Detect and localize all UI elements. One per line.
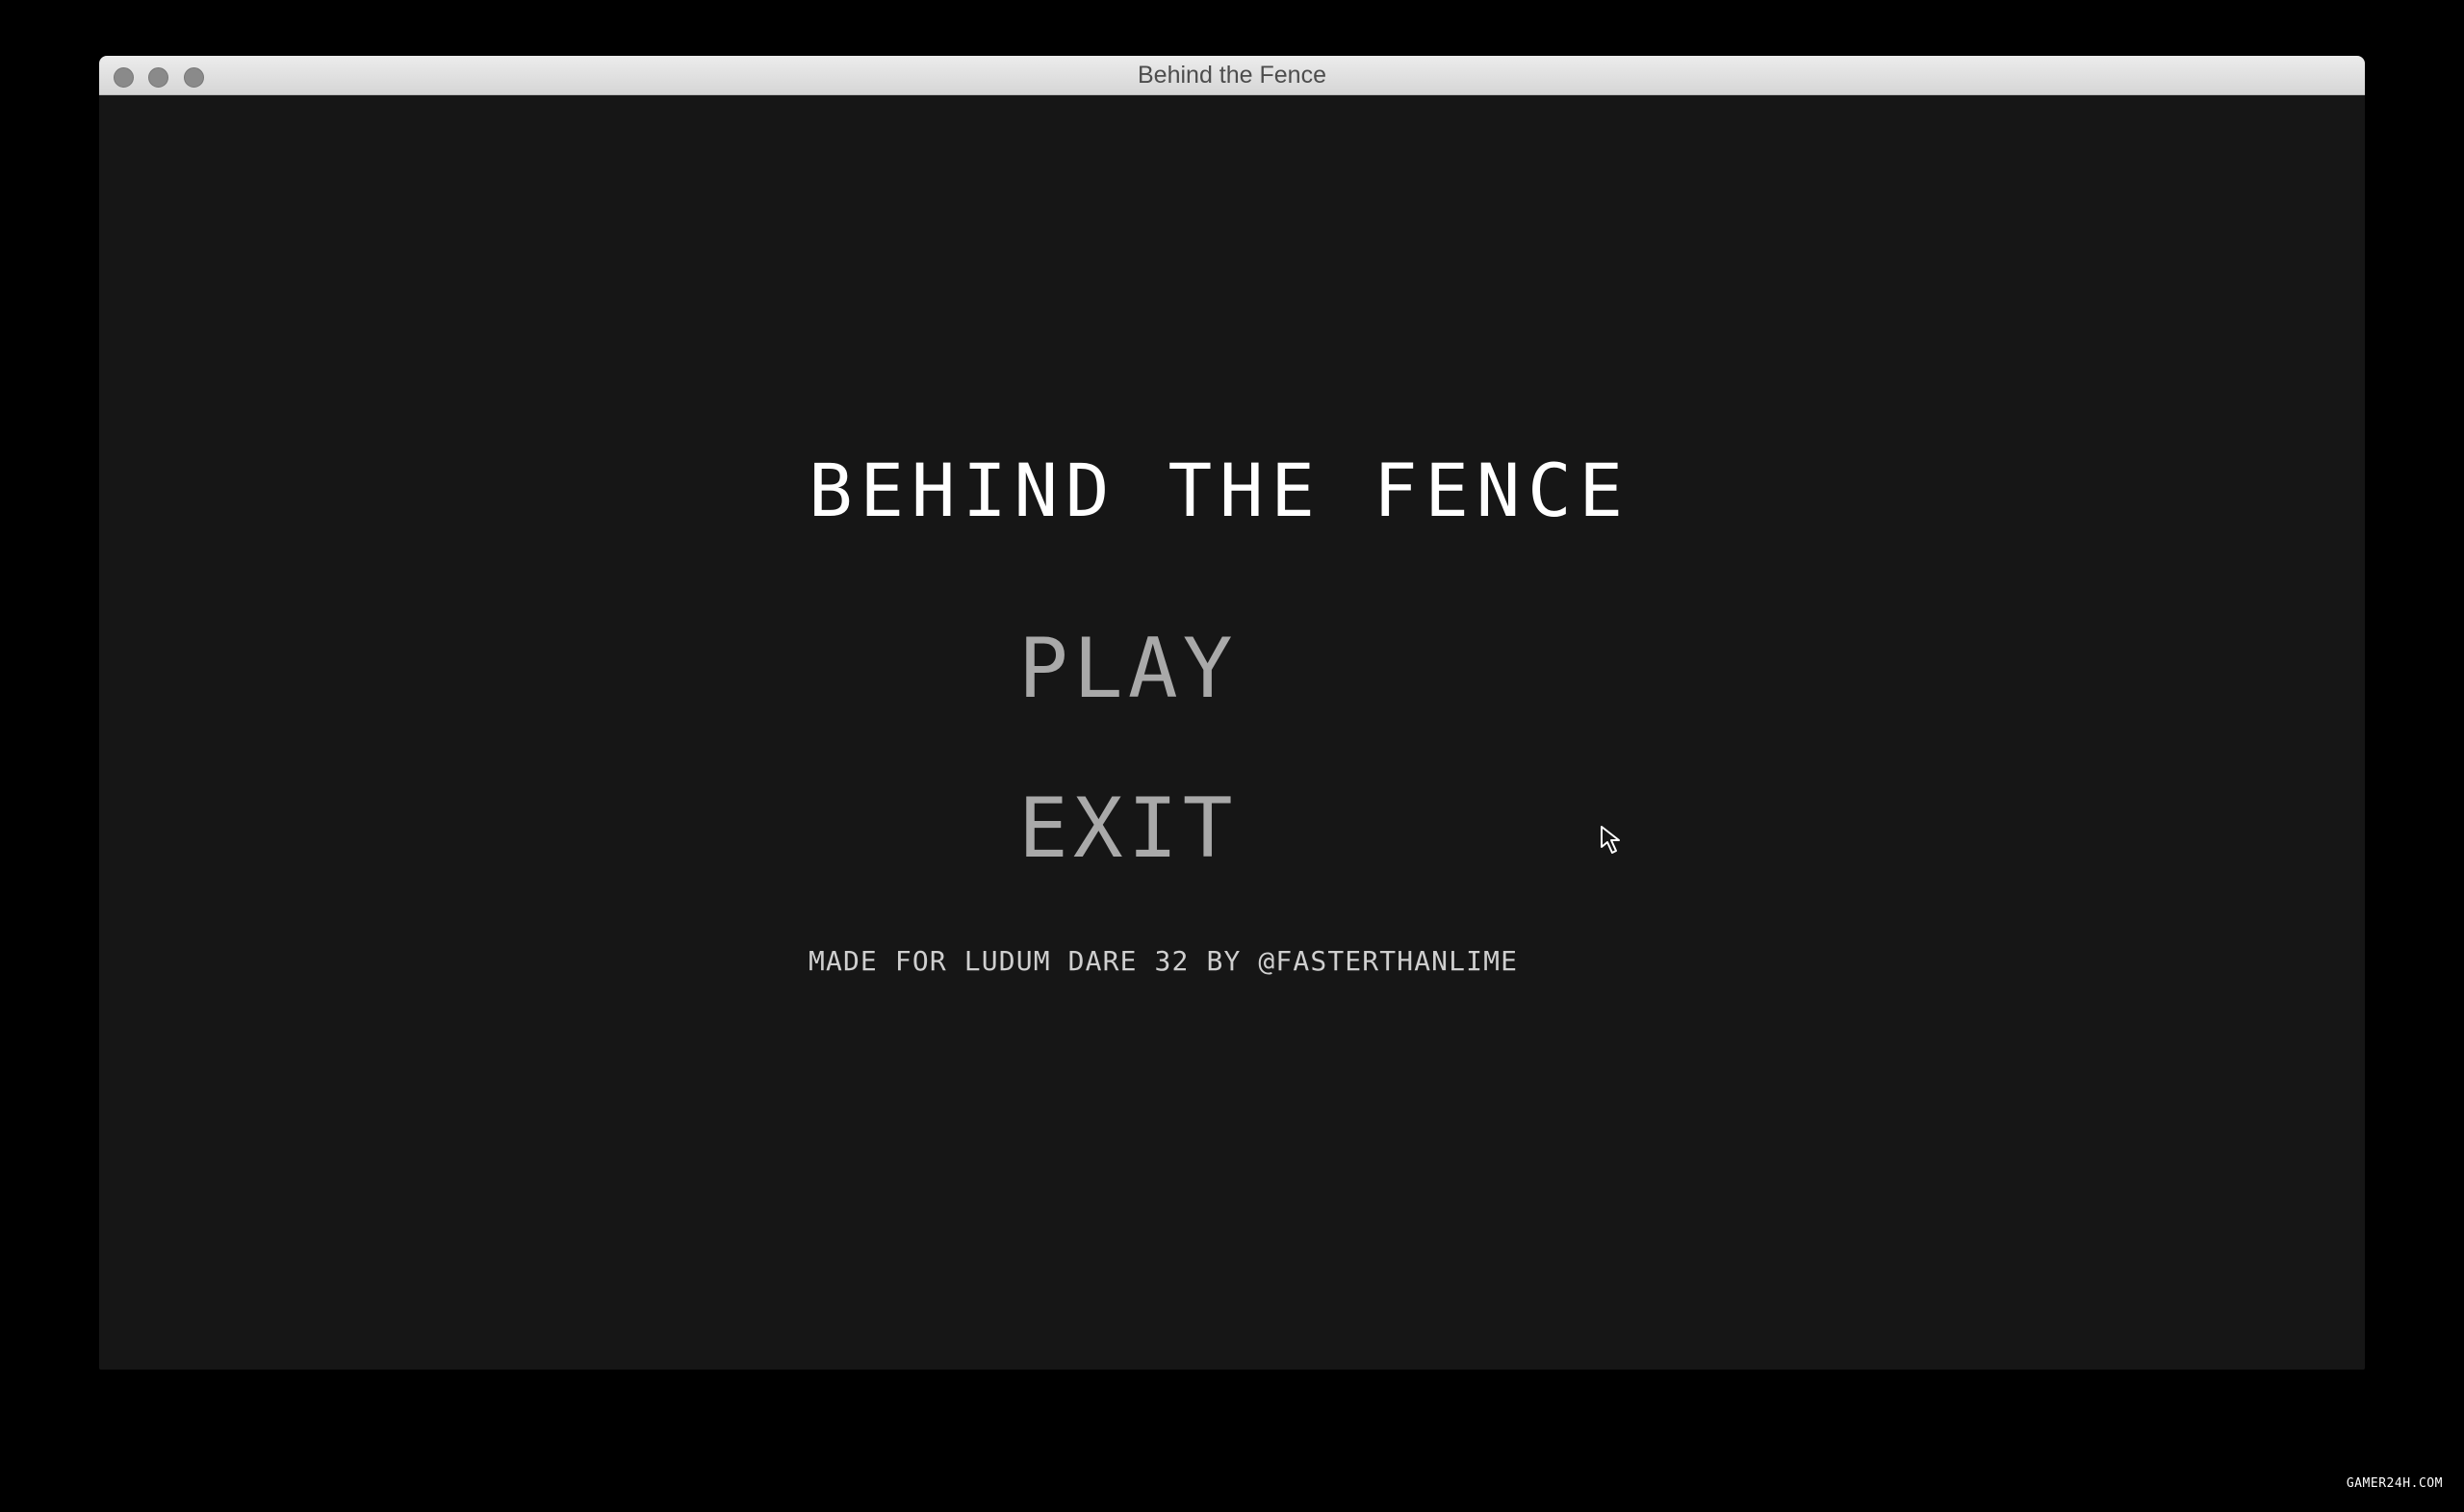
- pointer-cursor-icon: [1601, 826, 1620, 854]
- screen: Behind the Fence BEHIND THE FENCE PLAY E…: [0, 0, 2464, 1512]
- watermark: GAMER24H.COM: [2346, 1476, 2443, 1491]
- window-title: Behind the Fence: [1138, 62, 1326, 89]
- play-button[interactable]: PLAY: [1018, 621, 1238, 717]
- game-window: Behind the Fence BEHIND THE FENCE PLAY E…: [99, 56, 2365, 1370]
- game-title: BEHIND THE FENCE: [808, 448, 1630, 533]
- exit-button[interactable]: EXIT: [1018, 781, 1238, 877]
- credits-text: MADE FOR LUDUM DARE 32 BY @FASTERTHANLIM…: [808, 945, 1519, 977]
- game-canvas[interactable]: BEHIND THE FENCE PLAY EXIT MADE FOR LUDU…: [99, 95, 2365, 1370]
- window-titlebar[interactable]: Behind the Fence: [99, 56, 2365, 95]
